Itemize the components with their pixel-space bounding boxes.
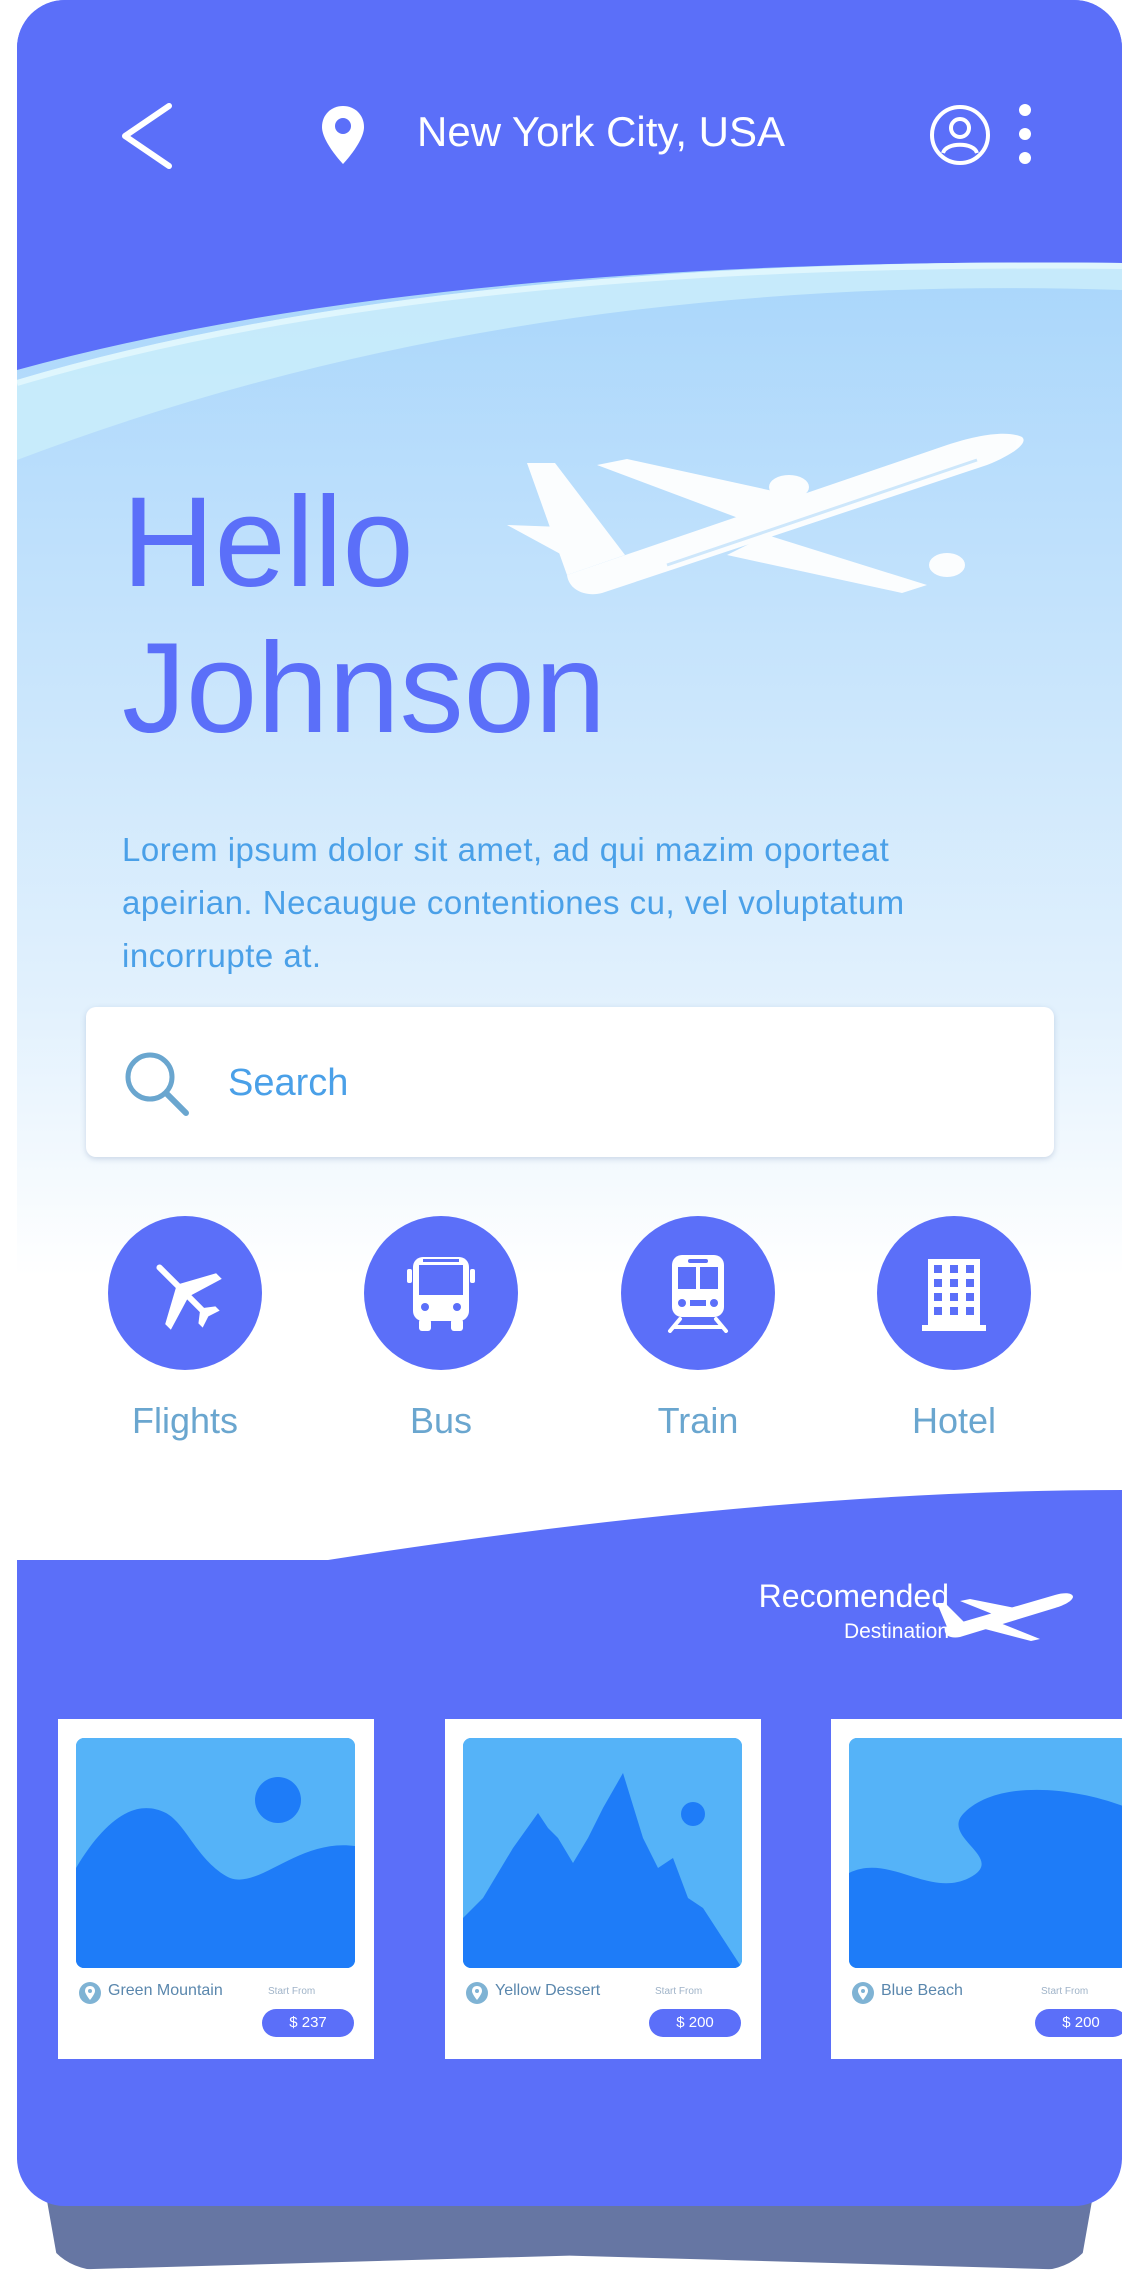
category-bus[interactable]: Bus bbox=[361, 1216, 521, 1442]
map-pin-icon bbox=[852, 1982, 874, 2004]
destination-name: Green Mountain bbox=[108, 1982, 223, 1999]
landscape-image-icon bbox=[76, 1738, 355, 1968]
category-train[interactable]: Train bbox=[618, 1216, 778, 1442]
building-icon bbox=[922, 1259, 986, 1331]
destination-image bbox=[849, 1738, 1122, 1968]
user-circle-icon[interactable] bbox=[929, 104, 991, 166]
airplane-illustration-icon bbox=[507, 433, 1024, 595]
destination-card-blue-beach[interactable]: Blue Beach Start From $ 200 bbox=[831, 1719, 1122, 2059]
category-hotel[interactable]: Hotel bbox=[874, 1216, 1034, 1442]
price-badge: $ 237 bbox=[262, 2009, 354, 2037]
category-label: Flights bbox=[131, 1400, 239, 1441]
start-from-label: Start From bbox=[1041, 1986, 1089, 1997]
hero-description: Lorem ipsum dolor sit amet, ad qui mazim… bbox=[122, 831, 905, 974]
airplane-icon bbox=[156, 1264, 222, 1330]
search-input[interactable] bbox=[226, 1047, 1010, 1119]
destination-card-yellow-dessert[interactable]: Yellow Dessert Start From $ 200 bbox=[445, 1719, 761, 2059]
price-badge: $ 200 bbox=[649, 2009, 741, 2037]
price-badge: $ 200 bbox=[1035, 2009, 1122, 2037]
map-pin-icon bbox=[79, 1982, 101, 2004]
airplane-small-icon bbox=[937, 1593, 1073, 1641]
destination-name: Blue Beach bbox=[881, 1982, 963, 1999]
map-pin-icon bbox=[466, 1982, 488, 2004]
more-vertical-icon[interactable] bbox=[1015, 102, 1035, 166]
search-icon bbox=[125, 1052, 189, 1116]
location-label[interactable]: New York City, USA bbox=[417, 108, 785, 156]
back-icon[interactable] bbox=[117, 100, 177, 172]
category-label: Train bbox=[657, 1400, 739, 1441]
category-flights[interactable]: Flights bbox=[105, 1216, 265, 1442]
category-icon-circle bbox=[364, 1216, 518, 1370]
greeting-line-2: Johnson bbox=[122, 617, 606, 760]
wave-image-icon bbox=[849, 1738, 1122, 1968]
mountain-image-icon bbox=[463, 1738, 742, 1968]
start-from-label: Start From bbox=[655, 1986, 703, 1997]
train-icon bbox=[668, 1255, 728, 1333]
destination-name: Yellow Dessert bbox=[495, 1982, 601, 1999]
recommended-title: Recomended bbox=[758, 1578, 949, 1614]
category-icon-circle bbox=[877, 1216, 1031, 1370]
search-bar[interactable] bbox=[86, 1007, 1054, 1157]
recommended-subtitle: Destination bbox=[843, 1620, 949, 1643]
start-from-label: Start From bbox=[268, 1986, 316, 1997]
category-icon-circle bbox=[108, 1216, 262, 1370]
phone-screen: New York City, USA Hello Johnson Lorem i… bbox=[17, 0, 1122, 2206]
category-icon-circle bbox=[621, 1216, 775, 1370]
destination-image bbox=[76, 1738, 355, 1968]
destination-image bbox=[463, 1738, 742, 1968]
category-label: Bus bbox=[409, 1400, 473, 1441]
bus-icon bbox=[407, 1257, 475, 1331]
destination-card-green-mountain[interactable]: Green Mountain Start From $ 237 bbox=[58, 1719, 374, 2059]
map-pin-icon bbox=[322, 106, 364, 164]
category-label: Hotel bbox=[911, 1400, 997, 1441]
